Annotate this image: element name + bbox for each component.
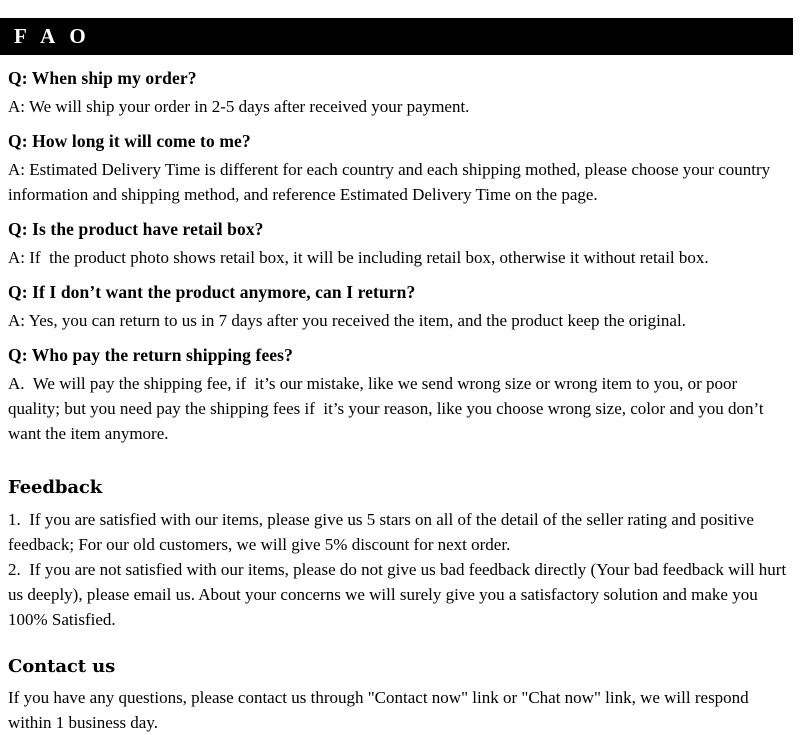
- faq-answer: A: We will ship your order in 2-5 days a…: [8, 96, 470, 116]
- faq-item: Q: If I don’t want the product anymore, …: [8, 280, 792, 333]
- feedback-section: Feedback 1. If you are satisfied with ou…: [8, 476, 792, 632]
- faq-answer: A: If the product photo shows retail box…: [8, 248, 709, 267]
- contact-body: If you have any questions, please contac…: [8, 688, 753, 733]
- contact-section: Contact us If you have any questions, pl…: [8, 655, 792, 735]
- faq-content: Q: When ship my order? A: We will ship y…: [8, 66, 792, 735]
- faq-item: Q: Who pay the return shipping fees? A. …: [8, 343, 792, 446]
- faq-question: Q: How long it will come to me?: [8, 131, 251, 151]
- contact-heading: Contact us: [8, 655, 116, 677]
- faq-answer: A: Estimated Delivery Time is different …: [8, 159, 775, 204]
- feedback-item: 2. If you are not satisfied with our ite…: [8, 560, 791, 630]
- faq-item: Q: Is the product have retail box? A: If…: [8, 217, 792, 270]
- page-header-bar: F A O: [0, 18, 793, 55]
- faq-question: Q: When ship my order?: [8, 68, 197, 88]
- feedback-heading: Feedback: [8, 477, 103, 499]
- faq-item: Q: When ship my order? A: We will ship y…: [8, 66, 792, 119]
- faq-answer: A. We will pay the shipping fee, if it’s…: [8, 374, 768, 444]
- faq-question: Q: If I don’t want the product anymore, …: [8, 282, 416, 303]
- page-title: F A O: [14, 24, 91, 48]
- faq-question: Q: Who pay the return shipping fees?: [8, 345, 293, 366]
- faq-answer: A: Yes, you can return to us in 7 days a…: [8, 311, 686, 330]
- faq-item: Q: How long it will come to me? A: Estim…: [8, 129, 792, 207]
- faq-page: F A O Q: When ship my order? A: We will …: [0, 0, 800, 732]
- faq-question: Q: Is the product have retail box?: [8, 219, 264, 240]
- feedback-item: 1. If you are satisfied with our items, …: [8, 509, 759, 555]
